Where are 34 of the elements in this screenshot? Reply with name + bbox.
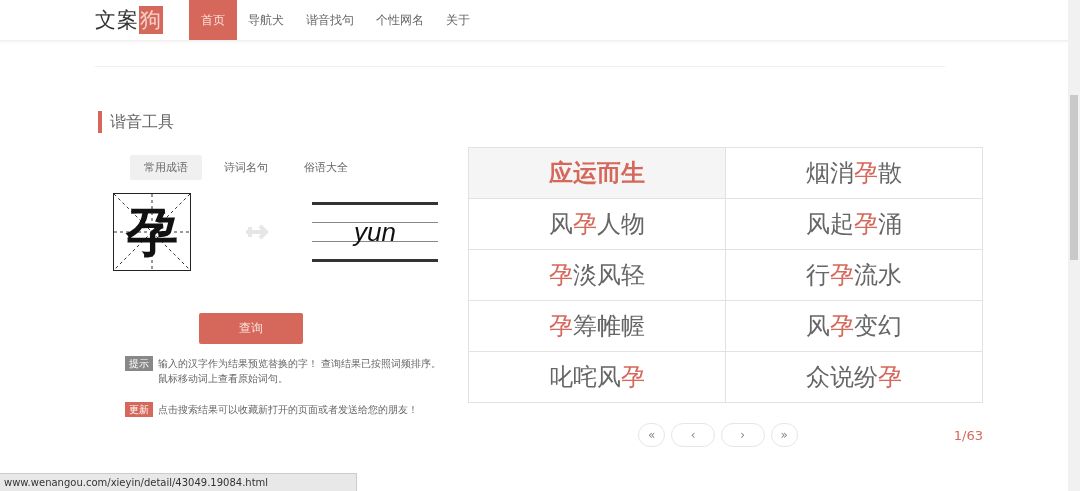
next-page-button[interactable]: ›: [720, 423, 765, 447]
nav-link[interactable]: 首页: [189, 0, 237, 40]
site-logo[interactable]: 文案狗: [95, 0, 163, 40]
tab[interactable]: 俗语大全: [290, 155, 362, 180]
result-cell[interactable]: 风起孕涌: [725, 198, 983, 250]
tip-badge: 提示: [125, 356, 153, 371]
result-cell[interactable]: 叱咤风孕: [468, 351, 726, 403]
tip-text: 输入的汉字作为结果预览替换的字！ 查询结果已按照词频排序。鼠标移动词上查看原始词句。: [158, 357, 443, 386]
previous-page-button[interactable]: ‹: [671, 423, 715, 447]
last-page-button[interactable]: »: [770, 423, 798, 447]
nav-link[interactable]: 个性网名: [365, 0, 435, 40]
result-cell[interactable]: 孕筹帷幄: [468, 300, 726, 352]
nav-link[interactable]: 谐音找句: [295, 0, 365, 40]
result-cell[interactable]: 应运而生: [468, 147, 726, 199]
query-button[interactable]: 查询: [199, 313, 303, 344]
tab[interactable]: 常用成语: [130, 155, 202, 180]
scrollbar-thumb[interactable]: [1070, 95, 1078, 260]
page-count: 1/63: [953, 427, 983, 443]
nav-link[interactable]: 导航犬: [237, 0, 295, 40]
result-cell[interactable]: 行孕流水: [725, 249, 983, 301]
result-cell[interactable]: 烟消孕散: [725, 147, 983, 199]
section-title: 谐音工具: [98, 111, 174, 133]
result-cell[interactable]: 众说纷孕: [725, 351, 983, 403]
character: 孕: [126, 206, 178, 258]
first-page-button[interactable]: «: [638, 423, 666, 447]
tab[interactable]: 诗词名句: [210, 155, 282, 180]
result-cell[interactable]: 风孕变幻: [725, 300, 983, 352]
update-badge: 更新: [125, 402, 153, 417]
result-cell[interactable]: 风孕人物: [468, 198, 726, 250]
result-cell[interactable]: 孕淡风轻: [468, 249, 726, 301]
update-text: 点击搜索结果可以收藏新打开的页面或者发送给您的朋友！: [158, 403, 419, 417]
pinyin: yun: [354, 216, 396, 248]
nav-link[interactable]: 关于: [435, 0, 481, 40]
status-url: www.wenangou.com/xieyin/detail/43049.19084.html: [4, 477, 269, 488]
